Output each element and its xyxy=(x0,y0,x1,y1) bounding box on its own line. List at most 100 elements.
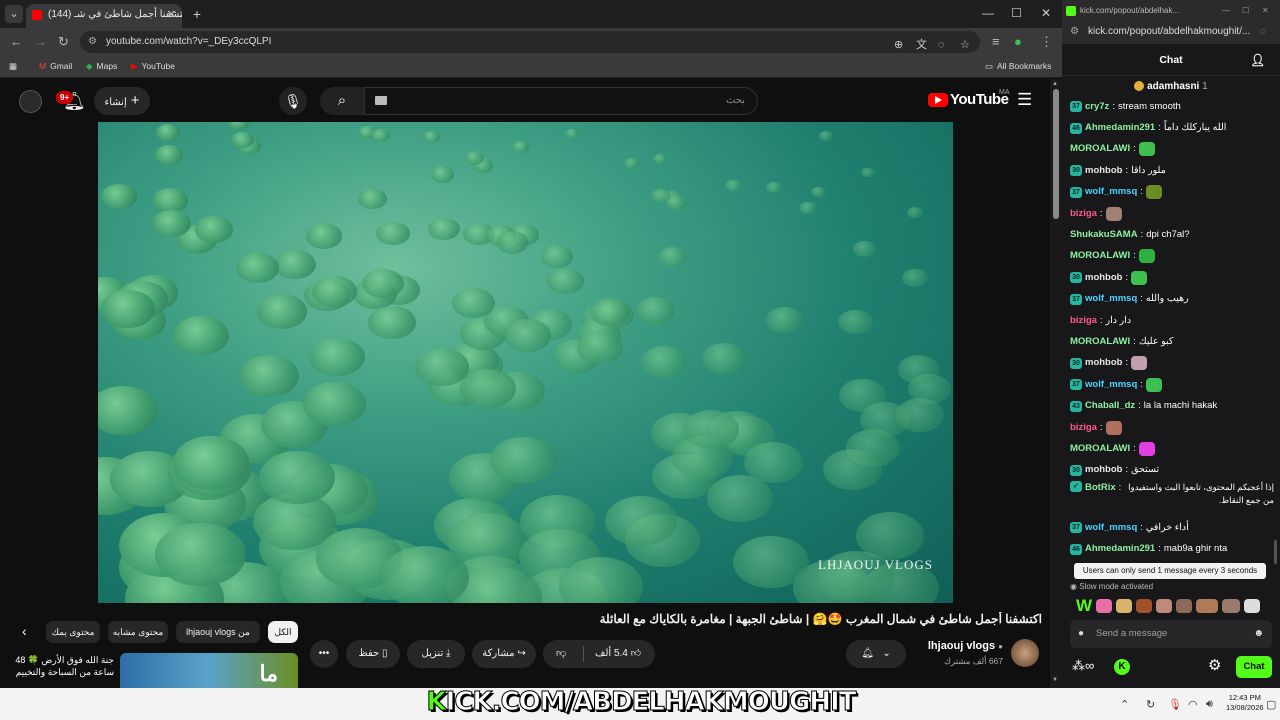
video-player[interactable]: LHJAOUJ VLOGS xyxy=(98,122,953,603)
apps-grid-icon[interactable]: ▦ xyxy=(9,61,17,72)
chat-username[interactable]: biziga xyxy=(1070,314,1097,328)
chat-username[interactable]: ShukakuSAMA xyxy=(1070,228,1138,242)
chip-all[interactable]: الكل xyxy=(268,621,298,643)
emote-icon[interactable] xyxy=(1136,599,1153,613)
chat-username[interactable]: biziga xyxy=(1070,421,1097,435)
media-control-icon[interactable]: ≡ xyxy=(992,34,1000,49)
chat-username[interactable]: BotRix xyxy=(1085,481,1116,495)
chat-settings-icon[interactable]: ● xyxy=(1078,620,1084,648)
pinned-gifter[interactable]: adamhasni 1 xyxy=(1062,78,1280,96)
voice-search-mic-icon[interactable]: 🎙︎ xyxy=(279,87,307,115)
page-scrollbar[interactable]: ▲ ▼ xyxy=(1050,79,1062,688)
back-button[interactable]: ← xyxy=(10,34,23,49)
eye-off-icon[interactable]: ◌ xyxy=(938,34,945,56)
chat-username[interactable]: wolf_mmsq xyxy=(1085,292,1137,306)
zoom-icon[interactable]: ⊕ xyxy=(894,34,903,56)
close-window-button[interactable]: ✕ xyxy=(1262,0,1269,22)
bookmark-youtube[interactable]: ▶ YouTube xyxy=(131,61,175,72)
emote-icon[interactable] xyxy=(1176,599,1193,613)
forward-button[interactable]: → xyxy=(34,34,47,49)
eye-off-icon[interactable]: ◌ xyxy=(1258,22,1266,42)
browser-tab[interactable]: (144) اكتشفنا أجمل شاطئ في شـ ✕ xyxy=(26,4,182,28)
chat-emote-icon[interactable] xyxy=(1145,185,1162,200)
channel-avatar[interactable] xyxy=(1011,639,1039,667)
site-info-icon[interactable]: ⚙ xyxy=(1070,22,1079,42)
search-input[interactable]: بحث xyxy=(364,87,758,115)
chat-emote-icon[interactable] xyxy=(1105,420,1122,435)
chat-username[interactable]: mohbob xyxy=(1085,356,1122,370)
bookmark-star-icon[interactable]: ☆ xyxy=(960,34,970,56)
address-bar[interactable]: ⚙ youtube.com/watch?v=_DEy3ccQLPI ⊕ 文 ◌ … xyxy=(80,31,980,53)
emote-icon[interactable] xyxy=(1156,599,1173,613)
chat-username[interactable]: mohbob xyxy=(1085,463,1122,477)
chat-username[interactable]: wolf_mmsq xyxy=(1085,521,1137,535)
chips-scroll-left-icon[interactable]: ‹ xyxy=(22,623,27,639)
chat-emote-icon[interactable] xyxy=(1105,206,1122,221)
menu-kebab-icon[interactable]: ⋮ xyxy=(1040,34,1053,50)
chat-emote-icon[interactable] xyxy=(1131,270,1148,285)
like-button[interactable]: 👍︎ 5.4 ألف xyxy=(595,640,641,668)
chat-username[interactable]: mohbob xyxy=(1085,271,1122,285)
create-button[interactable]: +إنشاء xyxy=(94,87,150,115)
close-tab-icon[interactable]: ✕ xyxy=(167,4,176,26)
bookmark-gmail[interactable]: M Gmail xyxy=(39,61,72,71)
chat-scrollbar[interactable] xyxy=(1274,540,1277,564)
send-message-input[interactable]: ● Send a message ☻ xyxy=(1070,620,1272,648)
chat-emote-icon[interactable] xyxy=(1145,377,1162,392)
chat-username[interactable]: MOROALAWI xyxy=(1070,142,1130,156)
chat-send-button[interactable]: Chat xyxy=(1236,656,1272,678)
sync-icon[interactable]: ↻ xyxy=(1146,698,1155,711)
account-avatar[interactable] xyxy=(19,90,42,113)
chat-emote-icon[interactable] xyxy=(1138,249,1155,264)
chat-username[interactable]: cry7z xyxy=(1085,100,1109,114)
kick-points-icon[interactable]: K xyxy=(1114,659,1130,675)
download-button[interactable]: ⤓ تنزيل xyxy=(407,640,465,668)
volume-icon[interactable]: 🔊︎ xyxy=(1206,698,1213,711)
emote-w-icon[interactable]: W xyxy=(1076,596,1092,616)
chip-related[interactable]: محتوى مشابه xyxy=(108,621,168,643)
subscription-button[interactable]: 🔔︎ ⌄ xyxy=(846,640,906,668)
minimize-button[interactable]: — xyxy=(1222,0,1230,22)
more-actions-button[interactable]: ••• xyxy=(310,640,338,668)
profile-avatar[interactable]: ● xyxy=(1014,34,1022,49)
tray-overflow-icon[interactable]: ⌃ xyxy=(1120,698,1129,711)
chat-emote-icon[interactable] xyxy=(1138,441,1155,456)
all-bookmarks[interactable]: ▭ All Bookmarks xyxy=(985,61,1051,72)
save-button[interactable]: ▯ حفظ xyxy=(346,640,400,668)
chat-username[interactable]: wolf_mmsq xyxy=(1085,185,1137,199)
wifi-icon[interactable]: ◠ xyxy=(1188,698,1198,711)
site-info-icon[interactable]: ⚙ xyxy=(88,31,97,53)
emote-icon[interactable] xyxy=(1196,599,1219,613)
chat-username[interactable]: Ahmedamin291 xyxy=(1085,542,1155,556)
chip-more[interactable]: محتوى يمك xyxy=(46,621,100,643)
gear-icon[interactable]: ⚙ xyxy=(1208,656,1221,674)
youtube-logo-icon[interactable] xyxy=(928,93,948,107)
chat-username[interactable]: MOROALAWI xyxy=(1070,442,1130,456)
emoji-picker-icon[interactable]: ☻ xyxy=(1253,620,1264,648)
taskbar-clock[interactable]: 12:43 PM 13/08/2026 xyxy=(1226,693,1264,713)
search-button[interactable]: ⌕ xyxy=(320,87,364,115)
chat-username[interactable]: MOROALAWI xyxy=(1070,249,1130,263)
suggested-video-title[interactable]: جنة الله فوق الأرض 🍀 48 ساعة من السباحة … xyxy=(14,654,114,688)
bookmark-maps[interactable]: ◆ Maps xyxy=(86,61,117,72)
maximize-button[interactable]: ☐ xyxy=(1242,0,1249,22)
chat-emote-icon[interactable] xyxy=(1138,142,1155,157)
channel-name[interactable]: lhjaouj vlogs ● xyxy=(905,640,1003,652)
emote-icon[interactable] xyxy=(1116,599,1133,613)
dislike-button[interactable]: 👎︎ xyxy=(556,640,566,668)
chat-emote-icon[interactable] xyxy=(1131,356,1148,371)
emote-icon[interactable] xyxy=(1222,599,1241,613)
chat-username[interactable]: Chaball_dz xyxy=(1085,399,1135,413)
user-settings-icon[interactable]: 👤︎ xyxy=(1250,44,1265,76)
keyboard-icon[interactable] xyxy=(375,96,387,105)
maximize-button[interactable]: ☐ xyxy=(1011,6,1022,20)
chat-message-list[interactable]: 37 cry7z: stream smooth 46 Ahmedamin291: الله… xyxy=(1070,96,1274,560)
notifications-icon[interactable]: ▢ xyxy=(1266,698,1276,711)
scrollbar-thumb[interactable] xyxy=(1053,89,1059,219)
microphone-icon[interactable]: 🎙︎ xyxy=(1168,698,1182,711)
community-icon[interactable]: ⁂∞ xyxy=(1072,658,1094,674)
minimize-button[interactable]: — xyxy=(982,6,994,20)
chat-username[interactable]: mohbob xyxy=(1085,164,1122,178)
chat-username[interactable]: biziga xyxy=(1070,207,1097,221)
suggested-video-thumbnail[interactable]: ما xyxy=(120,653,298,688)
